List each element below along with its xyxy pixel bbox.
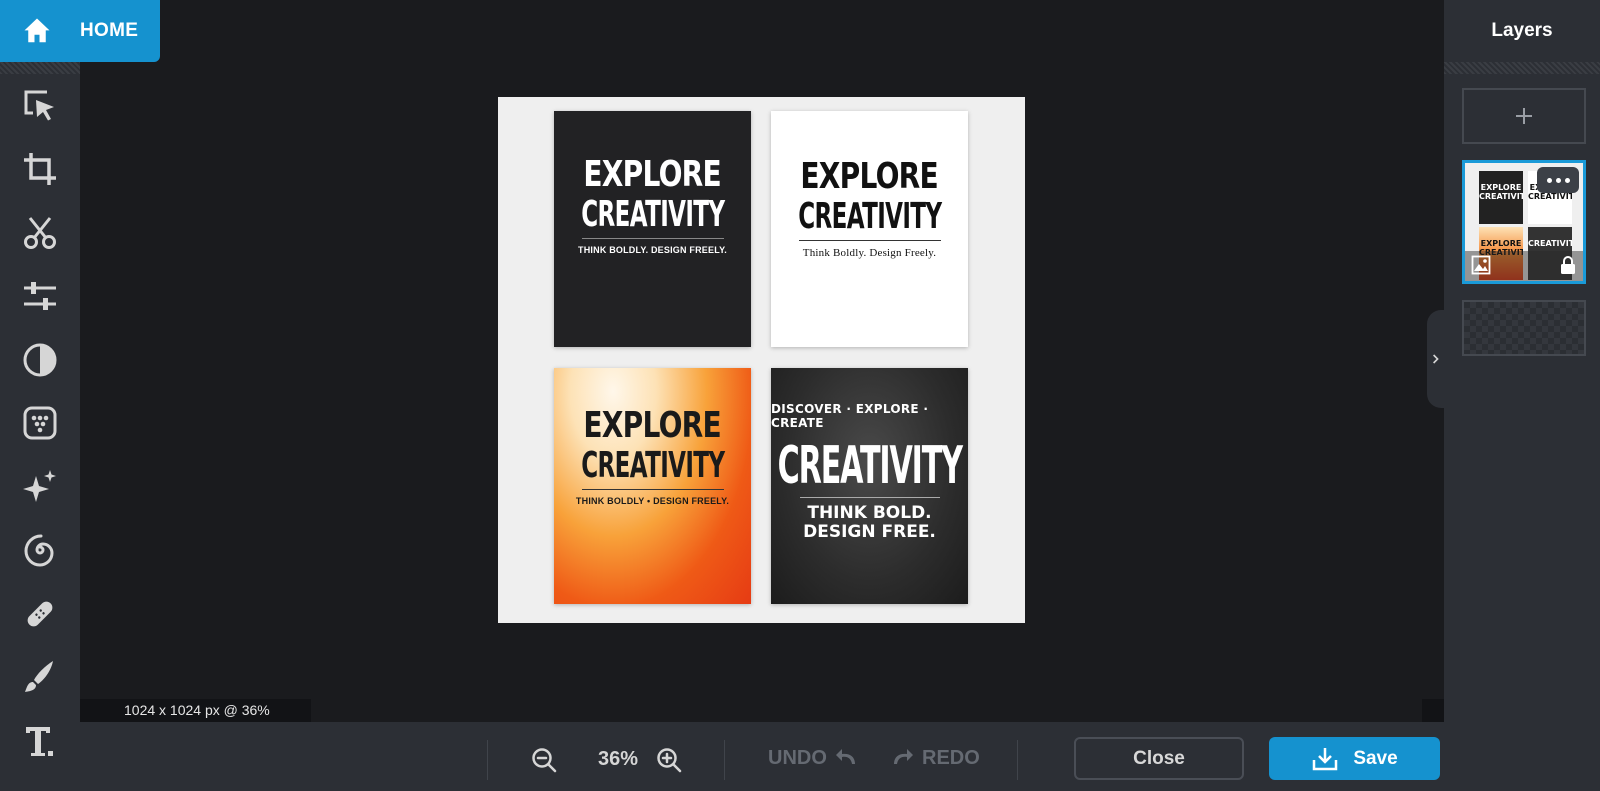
left-toolbar (0, 62, 80, 791)
tool-effects[interactable] (0, 455, 80, 519)
editor-app: HOME EXPLORE CREATIVITY THINK BOLDLY. DE… (0, 0, 1600, 791)
layer-more-button[interactable] (1537, 167, 1579, 193)
redo-label: REDO (922, 746, 980, 769)
zoom-in-icon (657, 748, 682, 773)
tool-brush[interactable] (0, 646, 80, 710)
redo-button[interactable]: REDO (888, 746, 980, 770)
separator (487, 740, 488, 780)
zoom-out-icon (532, 748, 557, 773)
thumb-text: EXPLORE (1480, 239, 1522, 248)
thumb-text: CREATIVITY (1528, 239, 1572, 248)
chevron-right-icon (1432, 354, 1439, 364)
panel-divider (1444, 62, 1600, 74)
poster-rule (798, 240, 941, 241)
home-icon (20, 14, 54, 48)
adjust-icon (24, 282, 56, 311)
tool-crop[interactable] (0, 138, 80, 202)
separator (1017, 740, 1018, 780)
toolbar-divider (0, 62, 80, 74)
text-icon (26, 726, 53, 756)
poster-title-line2: CREATIVITY (797, 196, 942, 237)
separator (724, 740, 725, 780)
spiral-icon (24, 534, 54, 567)
poster-rule (799, 497, 940, 498)
save-button[interactable]: Save (1269, 737, 1440, 780)
zoom-in-button[interactable] (655, 746, 683, 774)
canvas-dimensions: 1024 x 1024 px @ 36% (80, 699, 311, 722)
image-icon (1471, 255, 1491, 275)
thumb-text: CREATIVITY (1479, 192, 1523, 201)
poster-line1: THINK BOLD. (807, 503, 932, 523)
tool-adjust[interactable] (0, 265, 80, 329)
poster-white[interactable]: EXPLORE CREATIVITY Think Boldly. Design … (771, 111, 968, 347)
plus-icon (1516, 108, 1532, 124)
brush-icon (25, 661, 53, 693)
poster-subtitle: Think Boldly. Design Freely. (802, 247, 937, 259)
effects-icon (23, 469, 56, 502)
poster-title-line2: CREATIVITY (580, 194, 725, 235)
poster-rule (581, 489, 724, 490)
layer-image-thumbnail[interactable]: EXPLORECREATIVITY EXPLORECREATIVITY EXPL… (1462, 160, 1586, 284)
lock-icon[interactable] (1559, 255, 1577, 275)
layers-panel: Layers EXPLORECREATIVITY EXPLORECREATIVI… (1444, 0, 1600, 791)
poster-line2: DESIGN FREE. (803, 522, 936, 542)
crop-icon (24, 153, 56, 186)
tool-contrast[interactable] (0, 328, 80, 392)
home-label: HOME (80, 20, 139, 41)
poster-subtitle: THINK BOLDLY • DESIGN FREELY. (575, 496, 730, 506)
tool-text[interactable] (0, 709, 80, 773)
zoom-level: 36% (598, 748, 639, 770)
poster-title: CREATIVITY (777, 436, 962, 496)
poster-subtitle: THINK BOLDLY. DESIGN FREELY. (578, 245, 727, 255)
select-icon (24, 90, 54, 121)
poster-title-line1: EXPLORE (583, 405, 722, 446)
bandage-icon (27, 601, 53, 627)
tool-heal[interactable] (0, 582, 80, 646)
poster-grunge[interactable]: DISCOVER · EXPLORE · CREATE CREATIVITY T… (771, 368, 968, 604)
cut-icon (24, 216, 56, 249)
thumb-text: EXPLORE (1480, 183, 1522, 192)
add-layer-button[interactable] (1462, 88, 1586, 144)
undo-button[interactable]: UNDO (768, 746, 861, 770)
undo-label: UNDO (768, 746, 827, 769)
tool-cut[interactable] (0, 201, 80, 265)
tool-spiral[interactable] (0, 519, 80, 583)
redo-icon (894, 749, 913, 764)
undo-icon (835, 749, 855, 764)
poster-tagline: DISCOVER · EXPLORE · CREATE (771, 402, 929, 430)
layers-title: Layers (1491, 20, 1553, 41)
tool-select[interactable] (0, 74, 80, 138)
download-icon (1313, 747, 1338, 770)
canvas-area[interactable]: EXPLORE CREATIVITY THINK BOLDLY. DESIGN … (80, 0, 1444, 722)
thumb-text: CREATIVITY (1528, 192, 1572, 201)
filter-icon (23, 406, 57, 440)
home-button[interactable]: HOME (0, 0, 160, 62)
poster-title-line1: EXPLORE (800, 156, 939, 197)
contrast-icon (23, 343, 57, 377)
panel-collapse-toggle[interactable] (1427, 310, 1444, 408)
empty-layer-thumbnail[interactable] (1462, 300, 1586, 356)
poster-rule (581, 238, 724, 239)
thumb-poster: EXPLORECREATIVITY (1479, 171, 1523, 224)
zoom-out-button[interactable] (530, 746, 558, 774)
poster-title-line2: CREATIVITY (580, 445, 725, 486)
canvas-corner (1422, 699, 1444, 722)
poster-title-line1: EXPLORE (583, 154, 722, 195)
poster-orange[interactable]: EXPLORE CREATIVITY THINK BOLDLY • DESIGN… (554, 368, 751, 604)
poster-dark[interactable]: EXPLORE CREATIVITY THINK BOLDLY. DESIGN … (554, 111, 751, 347)
save-label: Save (1353, 747, 1398, 769)
close-button[interactable]: Close (1074, 737, 1244, 780)
bottom-bar: 36% UNDO REDO Close Save (80, 722, 1444, 791)
artboard[interactable]: EXPLORE CREATIVITY THINK BOLDLY. DESIGN … (498, 97, 1025, 623)
tool-filter[interactable] (0, 392, 80, 456)
